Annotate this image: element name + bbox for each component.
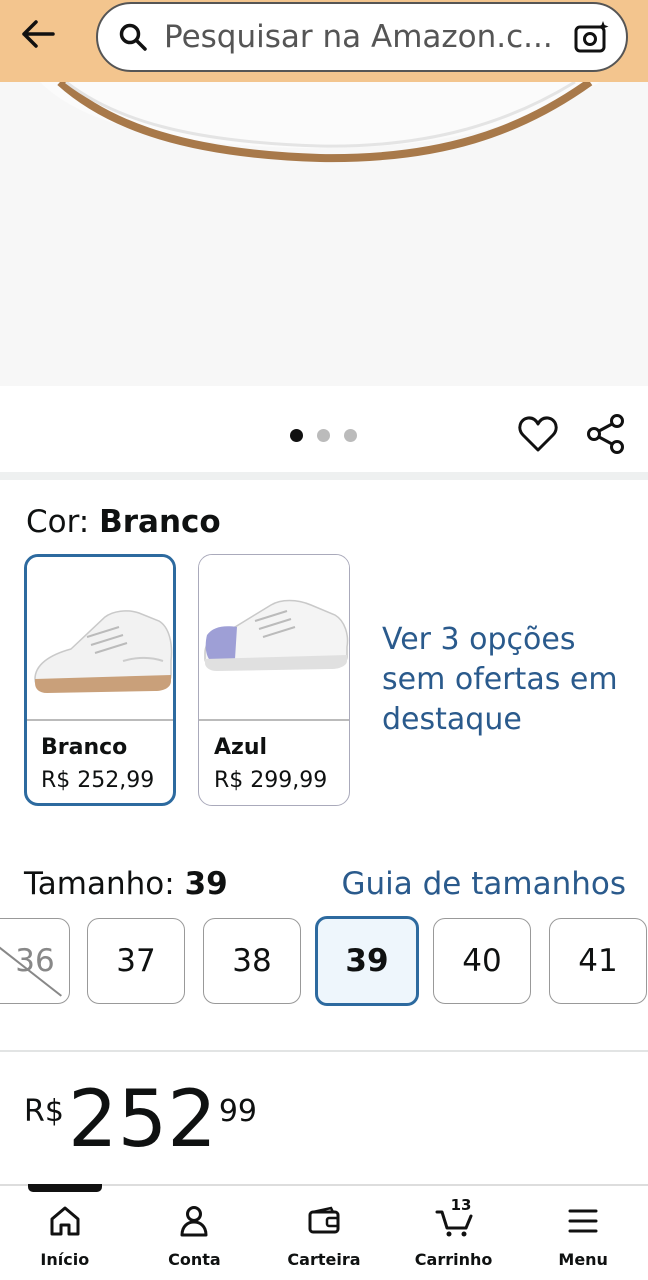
size-selected-value: 39 [184, 866, 228, 902]
camera-search-icon[interactable] [572, 17, 612, 57]
swatch-name: Branco [41, 734, 128, 760]
color-swatch-branco[interactable]: Branco R$ 252,99 [24, 554, 176, 806]
bottom-navigation: Início Conta Carteira 13 Carrinho Menu [0, 1184, 648, 1280]
price-currency: R$ [24, 1094, 64, 1129]
color-swatch-azul[interactable]: Azul R$ 299,99 [198, 554, 350, 806]
wishlist-heart-icon[interactable] [516, 412, 560, 456]
product-price: R$ 252 99 [24, 1080, 257, 1160]
price-whole: 252 [67, 1075, 217, 1165]
color-selected-value: Branco [99, 504, 221, 540]
hamburger-menu-icon [564, 1202, 602, 1240]
swatch-name: Azul [214, 734, 268, 760]
nav-label: Menu [558, 1250, 608, 1269]
swatch-price: R$ 299,99 [214, 767, 328, 793]
more-options-link[interactable]: Ver 3 opções sem ofertas em destaque [382, 620, 632, 740]
price-cents: 99 [218, 1094, 258, 1129]
color-label: Cor: Branco [26, 504, 221, 540]
nav-label: Início [40, 1250, 90, 1269]
search-bar[interactable]: Pesquisar na Amazon.c... [96, 2, 628, 72]
size-option-40[interactable]: 40 [433, 918, 531, 1004]
cart-icon: 13 [435, 1196, 473, 1240]
pager-dot[interactable] [344, 429, 357, 442]
share-icon[interactable] [584, 412, 628, 456]
active-tab-indicator [28, 1184, 102, 1192]
pager-dot[interactable] [317, 429, 330, 442]
size-guide-link[interactable]: Guia de tamanhos [342, 866, 627, 902]
pager-dot[interactable] [290, 429, 303, 442]
section-divider [0, 472, 648, 480]
size-label: Tamanho: 39 [24, 866, 228, 902]
cart-count-badge: 13 [450, 1196, 472, 1214]
nav-home[interactable]: Início [0, 1186, 130, 1280]
nav-cart[interactable]: 13 Carrinho [389, 1186, 519, 1280]
size-option-37[interactable]: 37 [87, 918, 185, 1004]
search-input[interactable]: Pesquisar na Amazon.c... [164, 19, 572, 55]
search-icon [116, 20, 150, 54]
swatch-price: R$ 252,99 [41, 767, 155, 793]
back-arrow-icon[interactable] [16, 14, 60, 54]
shoe-blue-image [199, 555, 349, 719]
product-image[interactable] [0, 82, 648, 386]
nav-menu[interactable]: Menu [518, 1186, 648, 1280]
nav-label: Carrinho [414, 1250, 493, 1269]
size-option-41[interactable]: 41 [549, 918, 647, 1004]
nav-account[interactable]: Conta [130, 1186, 260, 1280]
size-option-38[interactable]: 38 [203, 918, 301, 1004]
home-icon [46, 1202, 84, 1240]
person-icon [175, 1202, 213, 1240]
size-option-39[interactable]: 39 [315, 916, 419, 1006]
shoe-white-image [27, 557, 173, 719]
section-divider [0, 1050, 648, 1052]
nav-label: Conta [168, 1250, 221, 1269]
wallet-icon [305, 1202, 343, 1240]
nav-wallet[interactable]: Carteira [259, 1186, 389, 1280]
nav-label: Carteira [287, 1250, 361, 1269]
size-option-36[interactable]: 36 [0, 918, 70, 1004]
